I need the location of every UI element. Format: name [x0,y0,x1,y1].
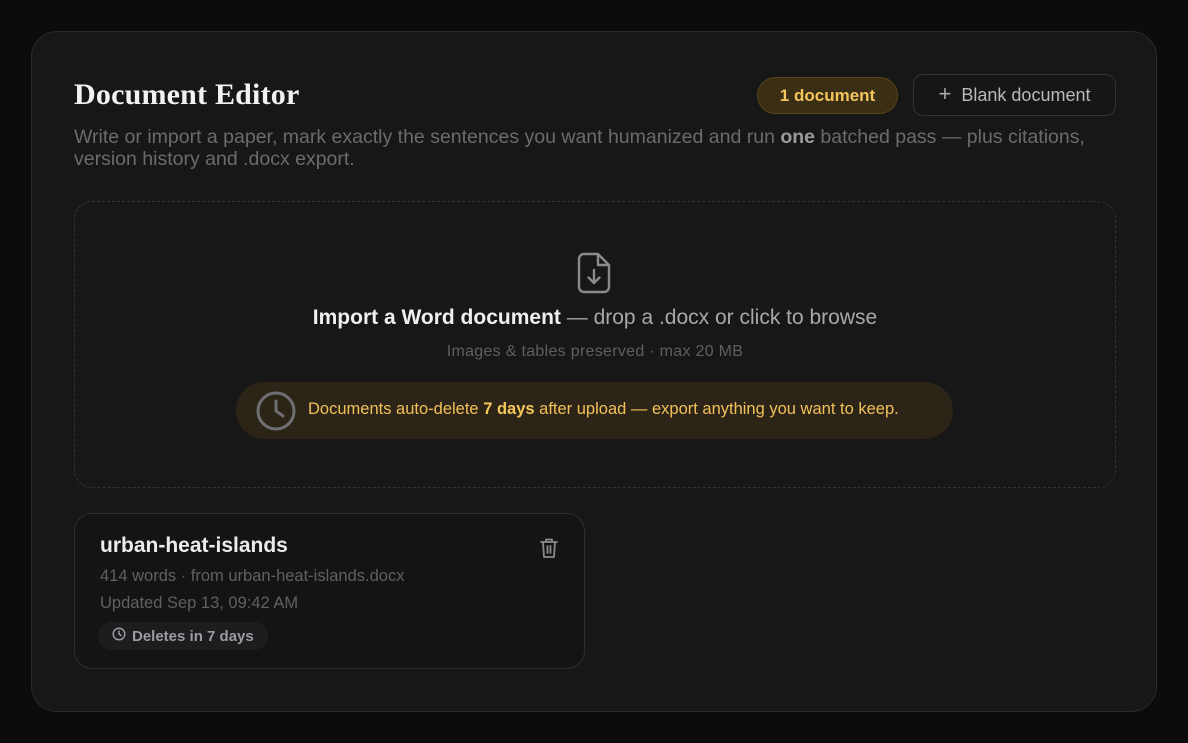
notice-text-end: after upload — export anything you want … [534,400,899,418]
document-updated: Updated Sep 13, 09:42 AM [100,594,299,612]
import-instructions: Import a Word document — drop a .docx or… [75,306,1115,330]
plus-icon: + [938,81,952,106]
subtitle-emphasis: one [780,126,816,148]
trash-icon[interactable] [539,537,559,564]
document-card[interactable]: urban-heat-islands 414 words · from urba… [74,513,585,669]
blank-document-button[interactable]: + Blank document [913,74,1116,116]
clock-small-icon [112,627,126,645]
file-download-icon [575,251,613,300]
subtitle-text-start: Write or import a paper, mark exactly th… [74,126,781,148]
page-title: Document Editor [74,78,300,111]
import-title: Import a Word document [312,306,561,329]
import-hint: Images & tables preserved · max 20 MB [446,343,744,360]
deletes-in-text: Deletes in 7 days [132,627,254,645]
notice-text-start: Documents auto-delete [308,400,484,418]
auto-delete-notice: Documents auto-delete 7 days after uploa… [236,382,953,439]
document-count-badge: 1 document [757,77,898,114]
clock-icon [255,390,297,437]
document-editor-panel: Document Editor 1 document + Blank docum… [31,31,1157,712]
blank-document-label: Blank document [961,84,1091,105]
document-meta: 414 words · from urban-heat-islands.docx [100,567,405,585]
import-subtext: — drop a .docx or click to browse [560,306,878,329]
import-dropzone[interactable]: Import a Word document — drop a .docx or… [74,201,1116,488]
notice-days: 7 days [483,400,535,418]
deletes-in-badge: Deletes in 7 days [98,622,268,650]
document-title: urban-heat-islands [100,534,288,557]
auto-delete-text: Documents auto-delete 7 days after uploa… [308,400,899,419]
page-subtitle: Write or import a paper, mark exactly th… [74,126,1094,170]
